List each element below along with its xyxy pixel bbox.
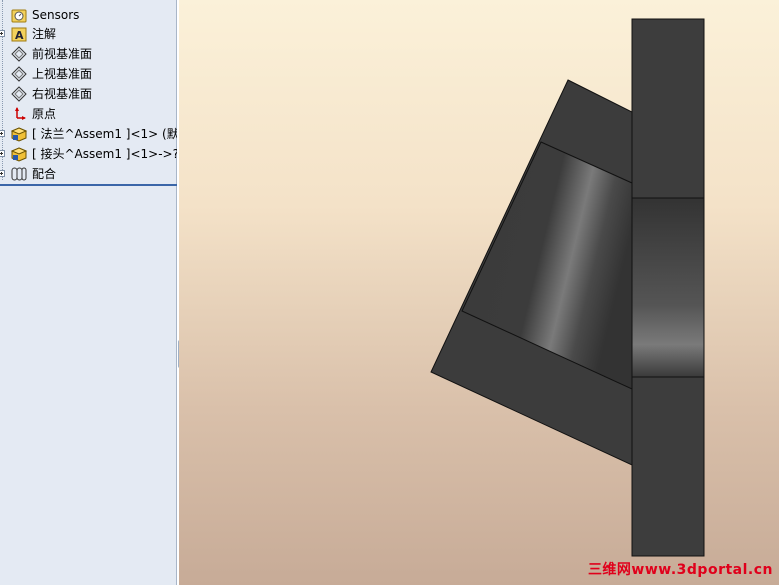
watermark: 三维网www.3dportal.cn [587,562,773,578]
tree-item-origin[interactable]: 原点 [0,104,177,124]
plane-icon [10,46,28,62]
tree-divider [0,184,177,186]
tree-item-label: 配合 [32,167,57,181]
tree-item-front-plane[interactable]: 前视基准面 [0,44,177,64]
plane-icon [10,86,28,102]
flange-middle [631,197,705,378]
tree-item-label: 右视基准面 [32,87,93,101]
tree-item-label: 上视基准面 [32,67,93,81]
flange-top [631,18,705,199]
tree-item-right-plane[interactable]: 右视基准面 [0,84,177,104]
tree-item-mates[interactable]: 配合 [0,164,177,184]
sensors-icon [10,7,28,23]
origin-icon [10,106,28,122]
expand-toggle[interactable] [0,30,5,37]
flange-bottom [631,376,705,557]
graphics-viewport[interactable] [179,0,779,585]
model-view [430,18,705,557]
tree-item-flange-part[interactable]: [ 法兰^Assem1 ]<1> (默认 [0,124,177,144]
tree-item-sensors[interactable]: Sensors [0,5,177,25]
tree-item-joint-part[interactable]: [ 接头^Assem1 ]<1>->? [0,144,177,164]
tree-item-label: 前视基准面 [32,47,93,61]
tree-item-label: 原点 [32,107,57,121]
annotation-icon: A [10,26,28,42]
expand-toggle[interactable] [0,130,5,137]
part-icon [10,126,28,142]
tree-item-label: [ 接头^Assem1 ]<1>->? [32,147,177,161]
feature-manager-tree: Sensors A 注解 前视基准面 上视基准面 右视基准面 原点 [法兰^A… [0,0,177,585]
tree-item-top-plane[interactable]: 上视基准面 [0,64,177,84]
tree-item-label: [ 法兰^Assem1 ]<1> (默认 [32,127,177,141]
svg-text:A: A [15,29,24,42]
part-icon [10,146,28,162]
expand-toggle[interactable] [0,150,5,157]
plane-icon [10,66,28,82]
tree-item-annotations[interactable]: A 注解 [0,24,177,44]
tree-item-label: 注解 [32,27,57,41]
tree-item-label: Sensors [32,8,80,22]
expand-toggle[interactable] [0,170,5,177]
mates-icon [10,166,28,182]
